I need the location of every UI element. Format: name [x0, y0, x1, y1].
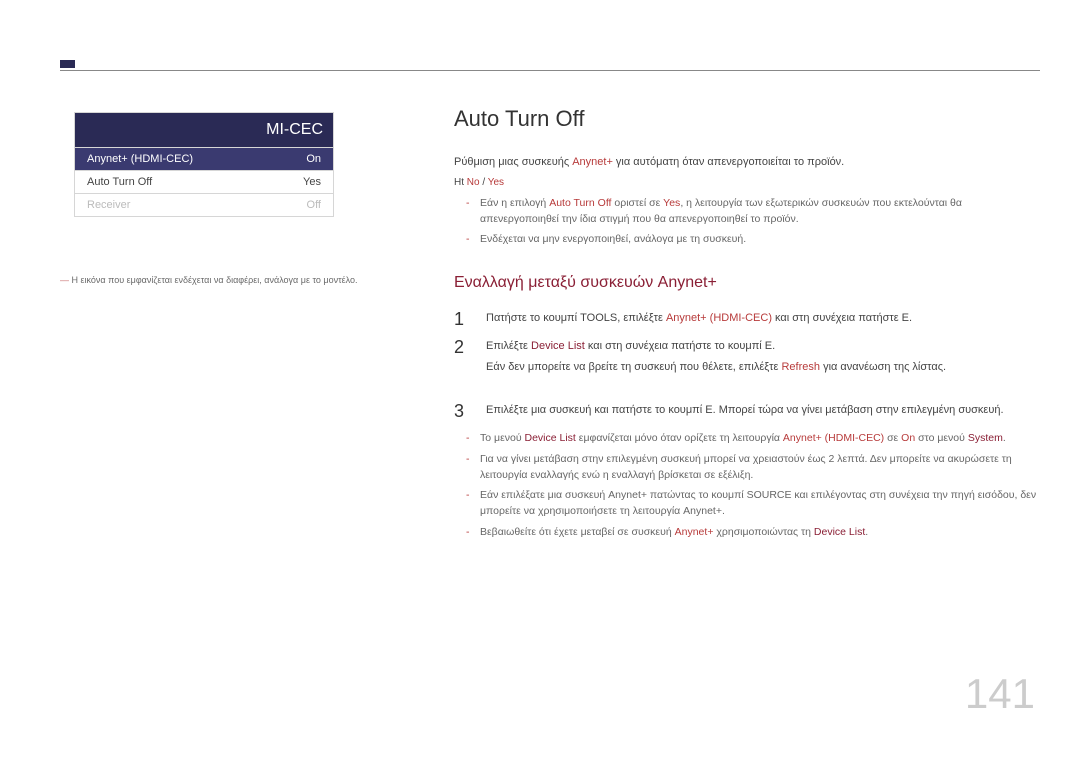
caption-dash: ― — [60, 275, 69, 285]
row-label: Auto Turn Off — [87, 176, 152, 188]
step-body: Πατήστε το κουμπί TOOLS, επιλέξτε Anynet… — [486, 310, 1040, 328]
bullet-text: Εάν η επιλογή Auto Turn Off οριστεί σε Y… — [480, 195, 1040, 228]
step-number: 3 — [454, 402, 468, 420]
row-value: Off — [307, 199, 321, 211]
bullet-dash-icon: - — [466, 451, 472, 484]
row-label: Receiver — [87, 199, 130, 211]
bullet-dash-icon: - — [466, 487, 472, 520]
bullet-text: Ενδέχεται να μην ενεργοποιηθεί, ανάλογα … — [480, 231, 746, 247]
step-2-sub: Εάν δεν μπορείτε να βρείτε τη συσκευή πο… — [486, 359, 1040, 376]
step-body: Επιλέξτε Device List και στη συνέχεια πα… — [486, 338, 1040, 392]
content-column: Auto Turn Off Ρύθμιση μιας συσκευής Anyn… — [454, 102, 1040, 544]
bullet-dash-icon: - — [466, 430, 472, 446]
row-label: Anynet+ (HDMI-CEC) — [87, 153, 193, 165]
image-caption: ― Η εικόνα που εμφανίζεται ενδέχεται να … — [60, 275, 358, 285]
row-value: On — [306, 153, 321, 165]
caption-text: Η εικόνα που εμφανίζεται ενδέχεται να δι… — [72, 275, 358, 285]
note-2: - Για να γίνει μετάβαση στην επιλεγμένη … — [466, 451, 1040, 484]
note-text: Βεβαιωθείτε ότι έχετε μεταβεί σε συσκευή… — [480, 524, 868, 540]
menu-row-anynet[interactable]: Anynet+ (HDMI-CEC) On — [75, 147, 333, 170]
step-2: 2 Επιλέξτε Device List και στη συνέχεια … — [454, 338, 1040, 392]
note-text: Εάν επιλέξατε μια συσκευή Anynet+ πατώντ… — [480, 487, 1040, 520]
bullet-1: - Εάν η επιλογή Auto Turn Off οριστεί σε… — [466, 195, 1040, 228]
menu-row-receiver: Receiver Off — [75, 193, 333, 216]
note-1: - Το μενού Device List εμφανίζεται μόνο … — [466, 430, 1040, 446]
corner-mark — [60, 60, 75, 68]
row-value: Yes — [303, 176, 321, 188]
step-number: 2 — [454, 338, 468, 392]
bullet-dash-icon: - — [466, 231, 472, 247]
heading-auto-turn-off: Auto Turn Off — [454, 102, 1040, 136]
bullet-dash-icon: - — [466, 195, 472, 228]
note-text: Το μενού Device List εμφανίζεται μόνο ότ… — [480, 430, 1006, 446]
note-text: Για να γίνει μετάβαση στην επιλεγμένη συ… — [480, 451, 1040, 484]
step-3: 3 Επιλέξτε μια συσκευή και πατήστε το κο… — [454, 402, 1040, 420]
menu-row-auto-turn-off[interactable]: Auto Turn Off Yes — [75, 170, 333, 193]
para-intro: Ρύθμιση μιας συσκευής Anynet+ για αυτόμα… — [454, 154, 1040, 171]
note-4: - Βεβαιωθείτε ότι έχετε μεταβεί σε συσκε… — [466, 524, 1040, 540]
heading-switching: Εναλλαγή μεταξύ συσκευών Anynet+ — [454, 271, 1040, 296]
bullet-dash-icon: - — [466, 524, 472, 540]
settings-card: MI-CEC Anynet+ (HDMI-CEC) On Auto Turn O… — [74, 112, 334, 217]
top-rule — [60, 70, 1040, 71]
para-options: Ht No / Yes — [454, 175, 1040, 191]
step-1: 1 Πατήστε το κουμπί TOOLS, επιλέξτε Anyn… — [454, 310, 1040, 328]
bullet-2: - Ενδέχεται να μην ενεργοποιηθεί, ανάλογ… — [466, 231, 1040, 247]
note-3: - Εάν επιλέξατε μια συσκευή Anynet+ πατώ… — [466, 487, 1040, 520]
step-body: Επιλέξτε μια συσκευή και πατήστε το κουμ… — [486, 402, 1040, 420]
page-number: 141 — [965, 670, 1035, 718]
card-title: MI-CEC — [75, 113, 333, 147]
step-number: 1 — [454, 310, 468, 328]
